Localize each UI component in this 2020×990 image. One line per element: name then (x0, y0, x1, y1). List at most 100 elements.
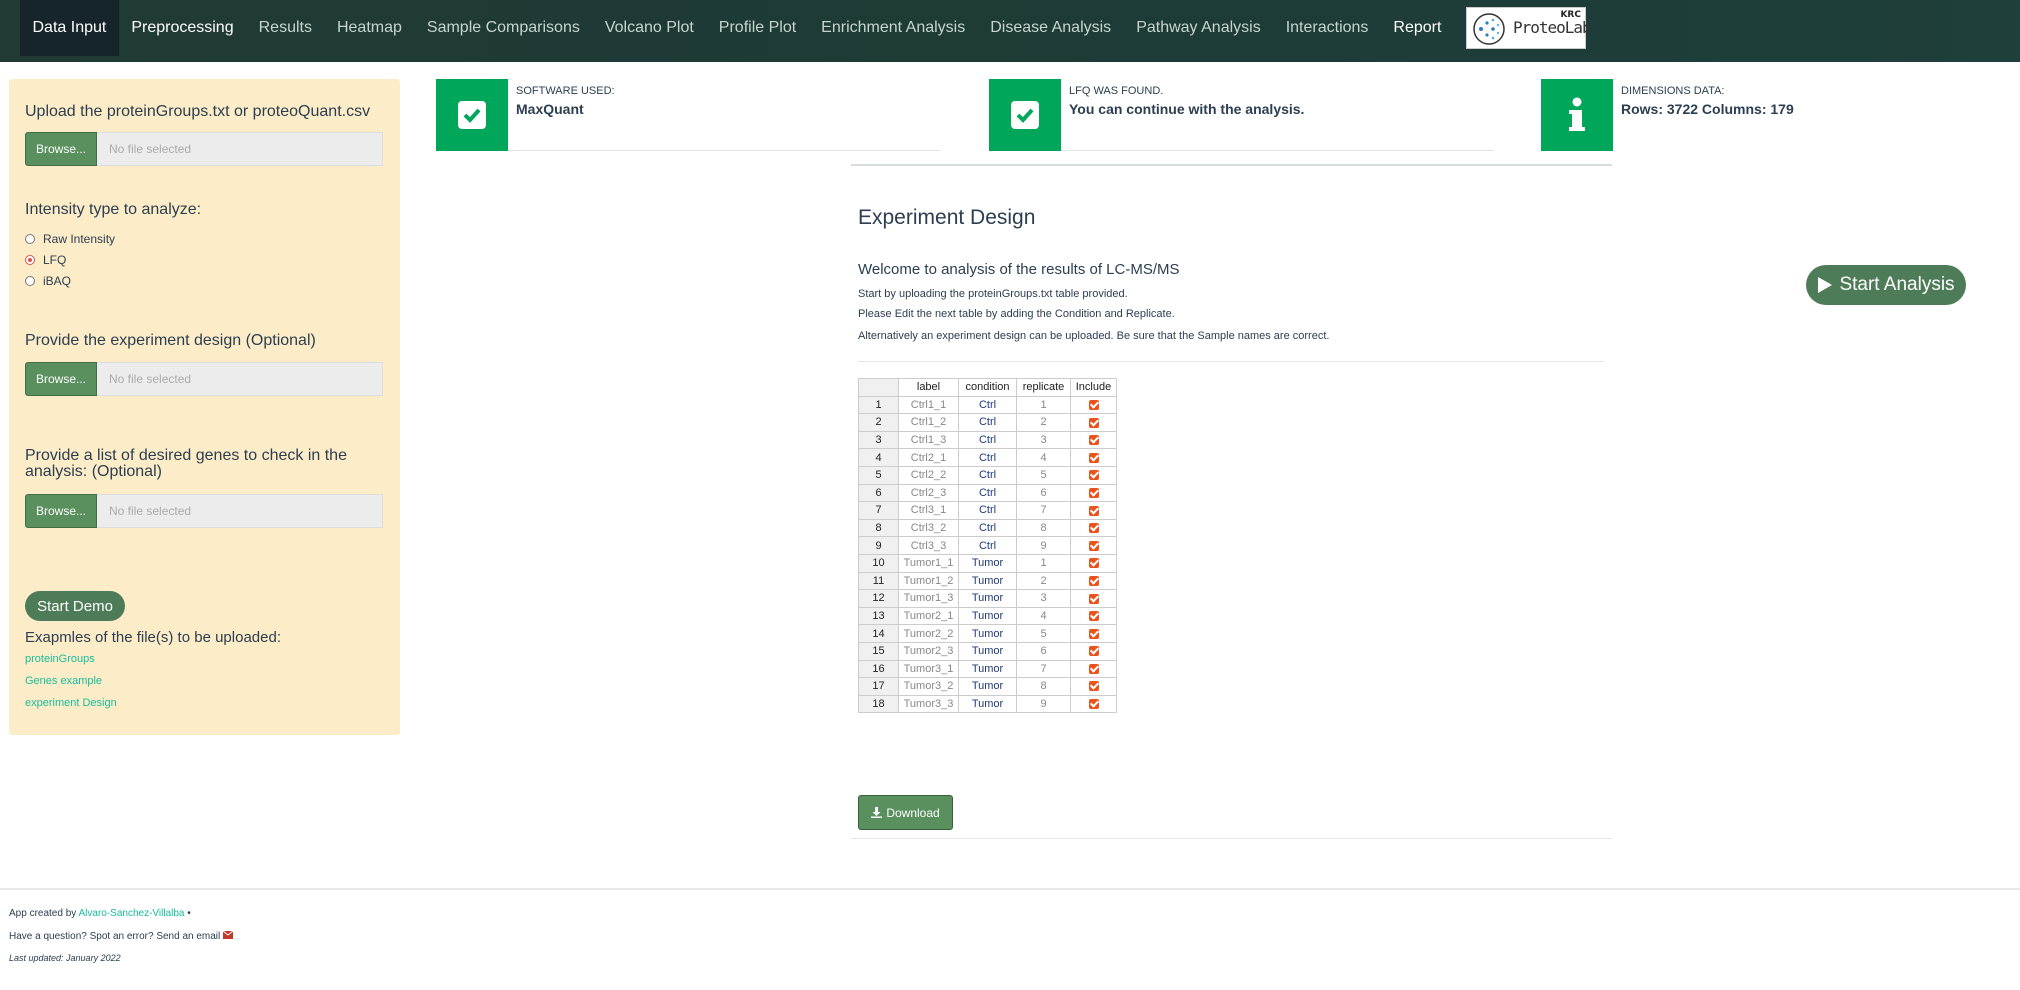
include-checkbox[interactable] (1088, 663, 1099, 674)
start-analysis-button[interactable]: Start Analysis (1806, 265, 1966, 305)
radio-button[interactable] (25, 276, 35, 286)
include-checkbox[interactable] (1088, 593, 1099, 604)
replicate-cell[interactable]: 8 (1016, 677, 1071, 696)
browse-button[interactable]: Browse... (25, 494, 97, 528)
radio-raw-intensity[interactable]: Raw Intensity (25, 232, 115, 246)
condition-cell[interactable]: Ctrl (958, 395, 1017, 415)
label-cell[interactable]: Tumor1_3 (898, 589, 959, 608)
experiment-design-table[interactable]: label condition replicate Include 1 Ctrl1… (858, 378, 1117, 714)
replicate-cell[interactable]: 2 (1016, 571, 1071, 591)
condition-cell[interactable]: Ctrl (958, 448, 1017, 467)
label-cell[interactable]: Ctrl2_1 (898, 448, 959, 467)
condition-cell[interactable]: Tumor (958, 553, 1017, 573)
replicate-cell[interactable]: 6 (1016, 483, 1071, 503)
tab-heatmap[interactable]: Heatmap (324, 0, 414, 56)
replicate-cell[interactable]: 4 (1016, 448, 1071, 467)
label-cell[interactable]: Ctrl2_3 (898, 483, 959, 503)
author-link[interactable]: Alvaro-Sanchez-Villalba (79, 908, 185, 919)
include-checkbox[interactable] (1088, 523, 1099, 534)
envelope-icon[interactable] (222, 930, 234, 939)
include-checkbox[interactable] (1088, 681, 1099, 692)
include-checkbox[interactable] (1088, 452, 1099, 463)
tab-report[interactable]: Report (1381, 0, 1454, 56)
radio-ibaq[interactable]: iBAQ (25, 274, 71, 288)
replicate-cell[interactable]: 3 (1016, 589, 1071, 608)
condition-cell[interactable]: Tumor (958, 606, 1017, 626)
label-cell[interactable]: Tumor1_2 (898, 571, 959, 591)
replicate-cell[interactable]: 5 (1016, 624, 1071, 643)
include-checkbox[interactable] (1088, 540, 1099, 551)
replicate-cell[interactable]: 3 (1016, 430, 1071, 450)
replicate-cell[interactable]: 9 (1016, 694, 1071, 714)
tab-sample-comparisons[interactable]: Sample Comparisons (414, 0, 592, 56)
include-checkbox[interactable] (1088, 399, 1099, 410)
tab-enrichment-analysis[interactable]: Enrichment Analysis (809, 0, 978, 56)
include-checkbox[interactable] (1088, 487, 1099, 498)
include-checkbox[interactable] (1088, 417, 1099, 428)
label-cell[interactable]: Ctrl3_1 (898, 501, 959, 520)
replicate-cell[interactable]: 1 (1016, 395, 1071, 415)
include-checkbox[interactable] (1088, 611, 1099, 622)
tab-data-input[interactable]: Data Input (20, 0, 119, 56)
radio-button[interactable] (25, 234, 35, 244)
browse-button[interactable]: Browse... (25, 132, 97, 166)
condition-cell[interactable]: Ctrl (958, 536, 1017, 555)
label-cell[interactable]: Tumor2_3 (898, 641, 959, 661)
radio-button-selected[interactable] (25, 255, 35, 265)
include-checkbox[interactable] (1088, 505, 1099, 516)
label-cell[interactable]: Ctrl3_3 (898, 536, 959, 555)
label-cell[interactable]: Ctrl3_2 (898, 518, 959, 538)
condition-cell[interactable]: Ctrl (958, 483, 1017, 503)
browse-button[interactable]: Browse... (25, 362, 97, 396)
include-checkbox[interactable] (1088, 558, 1099, 569)
condition-cell[interactable]: Ctrl (958, 501, 1017, 520)
label-cell[interactable]: Tumor2_1 (898, 606, 959, 626)
condition-cell[interactable]: Ctrl (958, 518, 1017, 538)
tab-interactions[interactable]: Interactions (1273, 0, 1381, 56)
tab-disease-analysis[interactable]: Disease Analysis (978, 0, 1124, 56)
label-cell[interactable]: Ctrl1_1 (898, 395, 959, 415)
label-cell[interactable]: Ctrl2_2 (898, 465, 959, 485)
protein-file-input[interactable]: Browse... No file selected (25, 132, 383, 166)
label-cell[interactable]: Tumor2_2 (898, 624, 959, 643)
replicate-cell[interactable]: 2 (1016, 413, 1071, 432)
start-demo-button[interactable]: Start Demo (25, 591, 125, 621)
example-link-genes[interactable]: Genes example (25, 675, 102, 687)
condition-cell[interactable]: Ctrl (958, 430, 1017, 450)
tab-results[interactable]: Results (246, 0, 324, 56)
label-cell[interactable]: Tumor1_1 (898, 553, 959, 573)
include-checkbox[interactable] (1088, 628, 1099, 639)
replicate-cell[interactable]: 6 (1016, 641, 1071, 661)
replicate-cell[interactable]: 9 (1016, 536, 1071, 555)
condition-cell[interactable]: Tumor (958, 641, 1017, 661)
example-link-design[interactable]: experiment Design (25, 697, 117, 709)
replicate-cell[interactable]: 7 (1016, 501, 1071, 520)
condition-cell[interactable]: Ctrl (958, 413, 1017, 432)
include-checkbox[interactable] (1088, 646, 1099, 657)
condition-cell[interactable]: Tumor (958, 694, 1017, 714)
replicate-cell[interactable]: 5 (1016, 465, 1071, 485)
condition-cell[interactable]: Ctrl (958, 465, 1017, 485)
condition-cell[interactable]: Tumor (958, 677, 1017, 696)
replicate-cell[interactable]: 8 (1016, 518, 1071, 538)
replicate-cell[interactable]: 1 (1016, 553, 1071, 573)
replicate-cell[interactable]: 7 (1016, 659, 1071, 679)
tab-profile-plot[interactable]: Profile Plot (706, 0, 808, 56)
label-cell[interactable]: Ctrl1_2 (898, 413, 959, 432)
condition-cell[interactable]: Tumor (958, 589, 1017, 608)
download-button[interactable]: Download (858, 795, 953, 830)
include-checkbox[interactable] (1088, 470, 1099, 481)
condition-cell[interactable]: Tumor (958, 659, 1017, 679)
tab-preprocessing[interactable]: Preprocessing (119, 0, 246, 56)
label-cell[interactable]: Ctrl1_3 (898, 430, 959, 450)
include-checkbox[interactable] (1088, 575, 1099, 586)
radio-lfq[interactable]: LFQ (25, 253, 66, 267)
tab-pathway-analysis[interactable]: Pathway Analysis (1124, 0, 1274, 56)
label-cell[interactable]: Tumor3_2 (898, 677, 959, 696)
condition-cell[interactable]: Tumor (958, 624, 1017, 643)
include-checkbox[interactable] (1088, 435, 1099, 446)
tab-volcano-plot[interactable]: Volcano Plot (592, 0, 706, 56)
condition-cell[interactable]: Tumor (958, 571, 1017, 591)
design-file-input[interactable]: Browse... No file selected (25, 362, 383, 396)
include-checkbox[interactable] (1088, 699, 1099, 710)
